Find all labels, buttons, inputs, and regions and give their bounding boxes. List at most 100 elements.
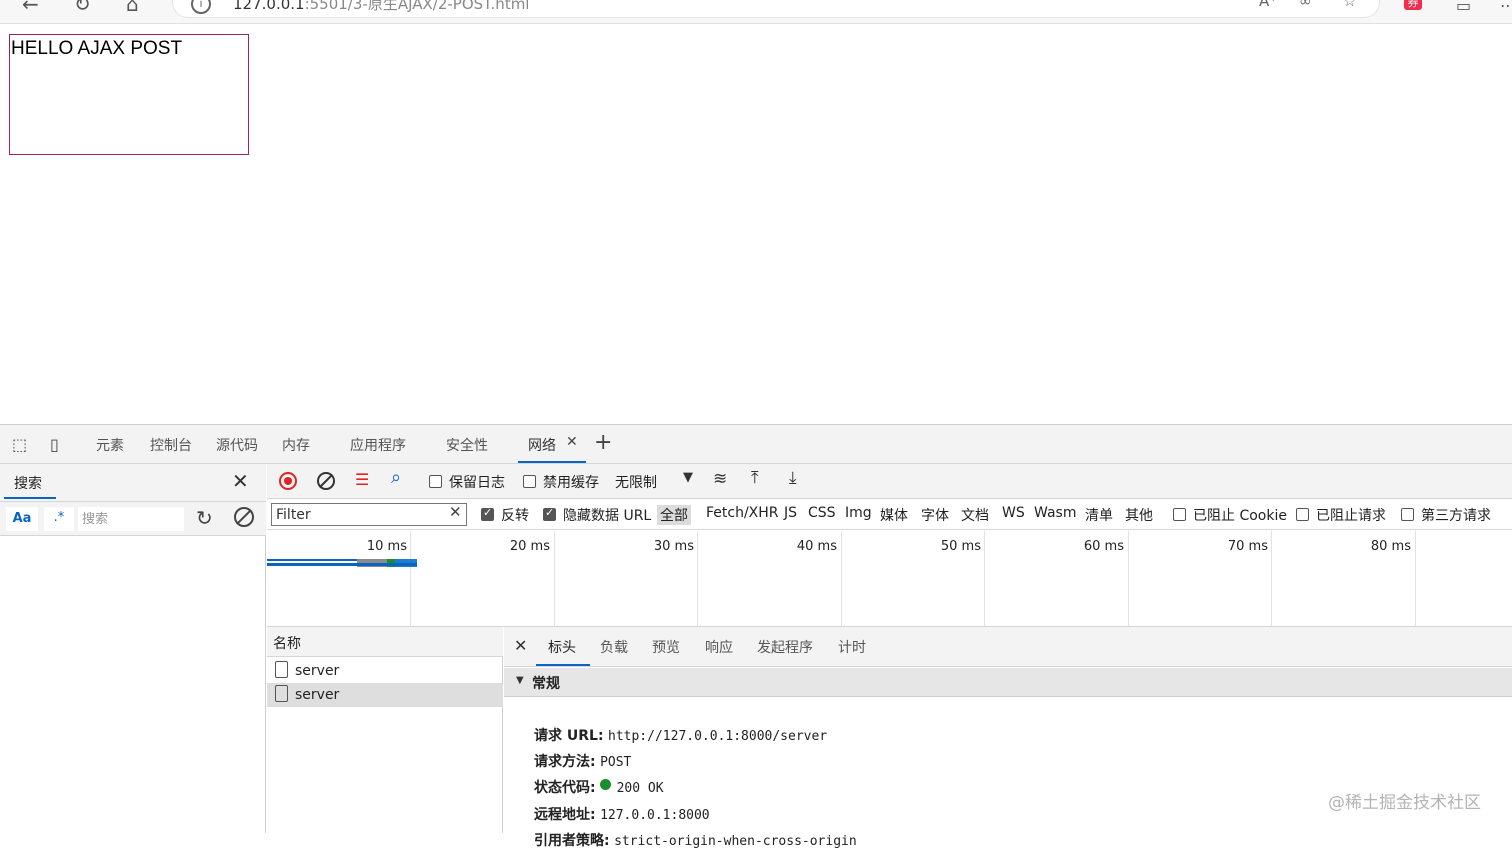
devtools-tabbar: ⬚ ▯ 元素 控制台 源代码 内存 应用程序 安全性 网络 ✕ + — [0, 425, 1512, 464]
search-input[interactable] — [78, 507, 184, 531]
type-media[interactable]: 媒体 — [880, 505, 908, 525]
field-value: strict-origin-when-cross-origin — [614, 834, 857, 849]
add-favorite-icon[interactable]: ☆ — [1343, 0, 1356, 10]
export-har-icon[interactable]: ⤓ — [789, 468, 797, 488]
clear-log-icon[interactable] — [317, 472, 335, 490]
tab-elements[interactable]: 元素 — [96, 435, 124, 455]
timeline-gridline — [841, 531, 842, 626]
watermark: @稀土掘金技术社区 — [1328, 793, 1481, 813]
close-search-icon[interactable]: ✕ — [232, 469, 249, 493]
search-tab[interactable]: 搜索 — [14, 473, 42, 493]
general-section-header[interactable]: ▼ 常规 — [504, 668, 1512, 697]
tab-preview[interactable]: 预览 — [652, 637, 680, 657]
refresh-icon[interactable]: ↻ — [196, 506, 213, 530]
device-emulation-icon[interactable]: ▯ — [50, 435, 59, 454]
timeline-tick-label: 30 ms — [653, 539, 694, 554]
hide-data-urls-checkbox[interactable] — [543, 506, 556, 521]
referrer-policy-row: 引用者策略: strict-origin-when-cross-origin — [534, 830, 857, 850]
details-tab-indicator — [536, 664, 590, 666]
type-doc[interactable]: 文档 — [961, 505, 989, 525]
tab-network[interactable]: 网络 — [528, 435, 556, 455]
shopping-badge-icon[interactable]: 券 — [1404, 0, 1422, 10]
tab-console[interactable]: 控制台 — [150, 435, 192, 455]
third-party-checkbox[interactable] — [1401, 508, 1414, 521]
details-tabbar: ✕ 标头 负载 预览 响应 发起程序 计时 — [504, 627, 1512, 667]
disable-cache-checkbox[interactable] — [523, 475, 536, 488]
tab-sources[interactable]: 源代码 — [216, 435, 258, 455]
invert-checkbox[interactable] — [481, 506, 494, 521]
search-tab-indicator — [4, 497, 56, 499]
clear-filter-icon[interactable]: ✕ — [449, 503, 462, 521]
chevron-down-icon[interactable]: ▼ — [683, 470, 693, 485]
type-fetch-xhr[interactable]: Fetch/XHR — [706, 505, 779, 521]
timeline-gridline — [984, 531, 985, 626]
invert-label: 反转 — [501, 508, 529, 524]
disable-cache-label: 禁用缓存 — [543, 475, 599, 491]
field-key: 远程地址: — [534, 807, 596, 823]
type-other[interactable]: 其他 — [1125, 505, 1153, 525]
close-tab-icon[interactable]: ✕ — [566, 434, 578, 450]
import-har-icon[interactable]: ⤒ — [751, 468, 759, 488]
reload-icon[interactable]: ↻ — [74, 0, 91, 16]
clear-icon[interactable] — [234, 507, 254, 527]
request-url-row: 请求 URL: http://127.0.0.1:8000/server — [534, 725, 827, 745]
blocked-cookies-label: 已阻止 Cookie — [1193, 508, 1287, 524]
third-party-label: 第三方请求 — [1421, 508, 1491, 524]
inspect-element-icon[interactable]: ⬚ — [12, 435, 27, 454]
home-icon[interactable]: ⌂ — [126, 0, 139, 16]
search-panel: 搜索 ✕ Aa .* ↻ — [0, 464, 266, 833]
search-icon[interactable]: ⌕ — [391, 467, 401, 488]
network-conditions-icon[interactable]: ≋ — [713, 469, 727, 489]
field-key: 请求 URL: — [534, 728, 604, 744]
preserve-log-checkbox[interactable] — [429, 475, 442, 488]
type-manifest[interactable]: 清单 — [1085, 505, 1113, 525]
record-icon[interactable] — [279, 472, 297, 490]
tab-memory[interactable]: 内存 — [282, 435, 310, 455]
filter-row: ✕ 反转 隐藏数据 URL 全部 Fetch/XHR JS CSS Img 媒体… — [267, 500, 1512, 530]
blocked-requests-checkbox[interactable] — [1296, 508, 1309, 521]
type-css[interactable]: CSS — [808, 505, 836, 521]
tab-timing[interactable]: 计时 — [838, 637, 866, 657]
close-details-icon[interactable]: ✕ — [514, 636, 527, 655]
hide-data-urls-label: 隐藏数据 URL — [563, 508, 652, 524]
site-info-icon[interactable]: i — [191, 0, 211, 14]
network-toolbar: ☰ ⌕ 保留日志 禁用缓存 无限制 ▼ ≋ ⤒ ⤓ — [267, 464, 1512, 499]
status-ok-icon — [599, 779, 611, 790]
type-img[interactable]: Img — [845, 505, 872, 521]
blocked-requests-label: 已阻止请求 — [1316, 508, 1386, 524]
back-icon[interactable]: ← — [22, 0, 39, 16]
type-font[interactable]: 字体 — [921, 505, 949, 525]
field-key: 引用者策略: — [534, 833, 610, 849]
tab-initiator[interactable]: 发起程序 — [757, 637, 813, 657]
type-wasm[interactable]: Wasm — [1034, 505, 1076, 521]
tab-response[interactable]: 响应 — [705, 637, 733, 657]
name-column-header[interactable]: 名称 — [267, 627, 503, 657]
request-row[interactable]: server — [267, 659, 503, 683]
filter-input[interactable] — [271, 503, 467, 526]
type-ws[interactable]: WS — [1002, 505, 1025, 521]
tab-security[interactable]: 安全性 — [446, 435, 488, 455]
throttle-select[interactable]: 无限制 — [615, 472, 657, 492]
type-all[interactable]: 全部 — [657, 505, 691, 525]
tab-headers[interactable]: 标头 — [548, 637, 576, 657]
search-header: 搜索 ✕ — [0, 464, 266, 502]
add-tab-icon[interactable]: + — [594, 430, 612, 455]
filter-icon[interactable]: ☰ — [355, 470, 369, 489]
read-aloud-icon[interactable]: A⁺ — [1259, 0, 1277, 10]
blocked-cookies-checkbox[interactable] — [1173, 508, 1186, 521]
timeline-overview[interactable]: 10 ms 20 ms 30 ms 40 ms 50 ms 60 ms 70 m… — [267, 531, 1512, 627]
regex-button[interactable]: .* — [44, 507, 74, 531]
address-bar[interactable]: i 127.0.0.1:5501/3-原生AJAX/2-POST.html A⁺… — [172, 0, 1380, 18]
request-list: 名称 server server — [267, 627, 503, 833]
collections-icon[interactable]: ▭ — [1456, 0, 1471, 15]
tab-payload[interactable]: 负载 — [600, 637, 628, 657]
request-row[interactable]: server — [267, 683, 503, 707]
match-case-button[interactable]: Aa — [6, 507, 38, 531]
app-available-icon[interactable]: ∞ — [1299, 0, 1312, 10]
type-js[interactable]: JS — [784, 505, 797, 521]
tab-application[interactable]: 应用程序 — [350, 435, 406, 455]
timeline-tick-label: 80 ms — [1370, 539, 1411, 554]
timeline-gridline — [554, 531, 555, 626]
document-icon — [275, 661, 288, 678]
menu-icon[interactable]: ⋯ — [1500, 0, 1512, 15]
